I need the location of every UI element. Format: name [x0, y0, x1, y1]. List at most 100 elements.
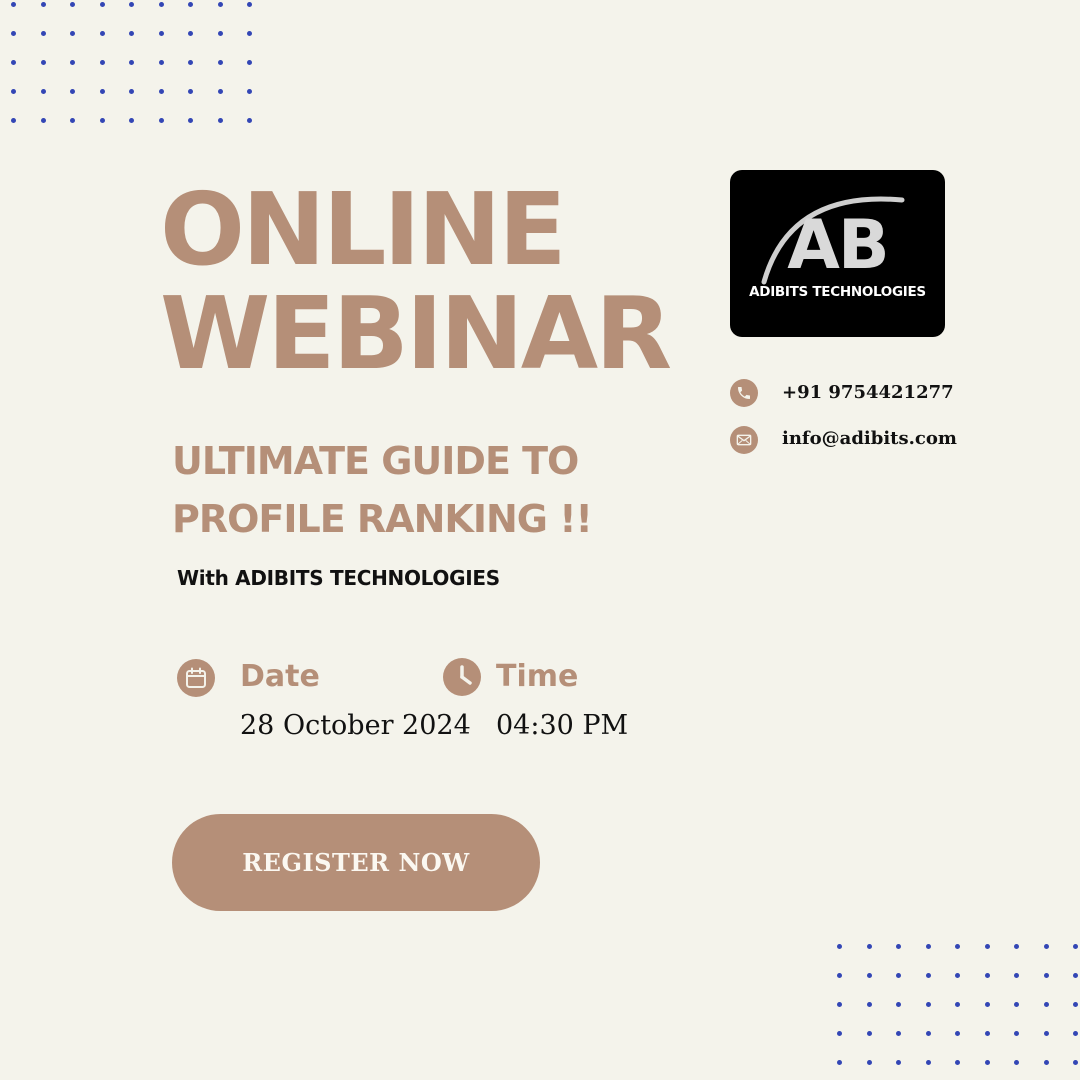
- dot: [99, 2, 105, 7]
- dot: [1043, 1002, 1049, 1007]
- dot: [896, 1060, 901, 1065]
- dot: [837, 1002, 842, 1007]
- dot: [984, 973, 990, 978]
- time-label: Time: [496, 659, 579, 694]
- dot: [247, 60, 252, 65]
- dot: [837, 1060, 842, 1065]
- host-line: With ADIBITS TECHNOLOGIES: [177, 566, 500, 590]
- dot-pattern-bottom-right: [837, 944, 1078, 1065]
- dot: [188, 89, 193, 94]
- dot: [1073, 1060, 1078, 1065]
- dot: [1043, 1031, 1049, 1036]
- dot: [1014, 1031, 1019, 1036]
- dot: [1043, 944, 1049, 949]
- dot: [925, 944, 931, 949]
- dot: [99, 89, 105, 94]
- dot: [158, 2, 164, 7]
- dot: [217, 118, 223, 123]
- dot: [11, 31, 16, 36]
- dot: [11, 2, 16, 7]
- dot: [99, 60, 105, 65]
- dot: [217, 2, 223, 7]
- dot: [129, 89, 134, 94]
- dot: [1073, 944, 1078, 949]
- dot: [11, 89, 16, 94]
- dot: [896, 973, 901, 978]
- dot: [247, 89, 252, 94]
- dot: [129, 31, 134, 36]
- dot: [1073, 1031, 1078, 1036]
- email-address[interactable]: info@adibits.com: [782, 428, 957, 449]
- dot: [40, 60, 46, 65]
- logo-company-name: ADIBITS TECHNOLOGIES: [749, 284, 926, 300]
- headline: ONLINE WEBINAR: [160, 171, 672, 392]
- dot: [1073, 973, 1078, 978]
- date-value: 28 October 2024: [240, 710, 471, 741]
- company-logo: AB ADIBITS TECHNOLOGIES: [730, 170, 945, 337]
- dot: [158, 89, 164, 94]
- dot: [158, 118, 164, 123]
- clock-icon: [443, 658, 481, 696]
- subtitle-line-2: PROFILE RANKING !!: [172, 497, 593, 541]
- dot: [158, 31, 164, 36]
- dot: [247, 31, 252, 36]
- dot: [955, 1031, 960, 1036]
- dot: [896, 944, 901, 949]
- dot: [217, 89, 223, 94]
- dot: [1014, 944, 1019, 949]
- dot: [70, 89, 75, 94]
- headline-line-1: ONLINE: [160, 171, 567, 288]
- dot: [70, 2, 75, 7]
- dot: [188, 60, 193, 65]
- dot: [129, 60, 134, 65]
- dot: [11, 60, 16, 65]
- dot: [70, 60, 75, 65]
- dot: [247, 2, 252, 7]
- dot: [40, 89, 46, 94]
- calendar-icon: [177, 659, 215, 697]
- register-now-button[interactable]: REGISTER NOW: [172, 814, 540, 911]
- dot: [158, 60, 164, 65]
- dot: [1043, 973, 1049, 978]
- dot: [837, 1031, 842, 1036]
- subtitle-line-1: ULTIMATE GUIDE TO: [172, 439, 579, 483]
- dot: [1073, 1002, 1078, 1007]
- dot: [984, 1060, 990, 1065]
- date-label: Date: [240, 659, 320, 694]
- dot: [70, 118, 75, 123]
- dot: [188, 2, 193, 7]
- dot: [866, 1060, 872, 1065]
- dot-pattern-top-left: [11, 2, 252, 123]
- dot: [984, 1031, 990, 1036]
- dot: [129, 2, 134, 7]
- dot: [925, 1060, 931, 1065]
- headline-line-2: WEBINAR: [160, 275, 672, 392]
- dot: [129, 118, 134, 123]
- dot: [40, 31, 46, 36]
- dot: [955, 1060, 960, 1065]
- dot: [99, 31, 105, 36]
- dot: [955, 973, 960, 978]
- dot: [217, 60, 223, 65]
- dot: [1014, 1060, 1019, 1065]
- mail-icon: [730, 426, 758, 454]
- phone-icon: [730, 379, 758, 407]
- dot: [896, 1002, 901, 1007]
- dot: [866, 944, 872, 949]
- dot: [188, 118, 193, 123]
- dot: [11, 118, 16, 123]
- dot: [925, 973, 931, 978]
- dot: [955, 1002, 960, 1007]
- dot: [188, 31, 193, 36]
- dot: [40, 2, 46, 7]
- dot: [99, 118, 105, 123]
- phone-number[interactable]: +91 9754421277: [782, 382, 954, 403]
- dot: [1043, 1060, 1049, 1065]
- dot: [1014, 973, 1019, 978]
- dot: [866, 973, 872, 978]
- dot: [984, 944, 990, 949]
- subtitle: ULTIMATE GUIDE TO PROFILE RANKING !!: [172, 432, 593, 548]
- dot: [896, 1031, 901, 1036]
- dot: [866, 1031, 872, 1036]
- dot: [247, 118, 252, 123]
